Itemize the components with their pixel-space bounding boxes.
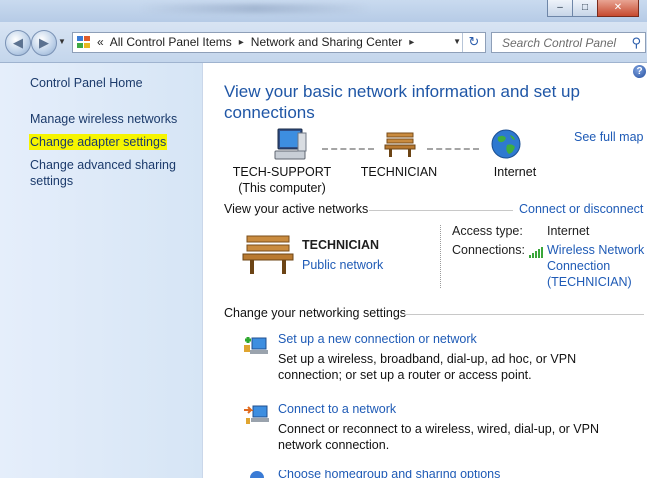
wireless-connection-link[interactable]: Wireless Network Connection (TECHNICIAN) (547, 242, 645, 290)
title-bar: – □ ✕ (0, 0, 647, 22)
connect-network-link[interactable]: Connect to a network (278, 402, 396, 416)
navigation-bar: ◀ ▶ ▼ « All Control Panel Items ▸ Networ… (0, 22, 647, 63)
access-type-label: Access type: (452, 224, 523, 238)
address-bar[interactable]: « All Control Panel Items ▸ Network and … (72, 32, 486, 53)
back-arrow-icon: ◀ (13, 35, 23, 50)
help-icon[interactable]: ? (633, 65, 646, 78)
homegroup-link[interactable]: Choose homegroup and sharing options (278, 470, 500, 478)
recent-pages-dropdown[interactable]: ▼ (58, 37, 66, 46)
page-title: View your basic network information and … (224, 82, 580, 122)
sidebar-item-control-panel-home[interactable]: Control Panel Home (30, 75, 143, 91)
control-panel-icon (77, 36, 91, 49)
sidebar-item-manage-wireless[interactable]: Manage wireless networks (30, 111, 177, 127)
blurred-window-title (140, 4, 370, 13)
map-connector (427, 148, 479, 150)
setup-new-connection-desc: Set up a wireless, broadband, dial-up, a… (278, 352, 577, 382)
map-network-name[interactable]: TECHNICIAN (354, 164, 444, 180)
close-button[interactable]: ✕ (597, 0, 639, 17)
map-connector (322, 148, 374, 150)
search-box[interactable]: ⚲ (491, 32, 646, 53)
breadcrumb-network-center[interactable]: Network and Sharing Center (251, 35, 402, 49)
active-network-name: TECHNICIAN (302, 238, 380, 252)
map-internet[interactable]: Internet (482, 164, 548, 180)
breadcrumb-overflow[interactable]: « (97, 35, 104, 49)
divider (404, 314, 644, 315)
connect-network-desc: Connect or reconnect to a wireless, wire… (278, 422, 599, 452)
signal-strength-icon (529, 244, 544, 258)
sidebar-item-advanced-sharing[interactable]: Change advanced sharing settings (30, 157, 180, 189)
bench-large-icon (242, 235, 294, 274)
see-full-map-link[interactable]: See full map (574, 130, 643, 144)
map-this-computer[interactable]: TECH-SUPPORT (This computer) (226, 164, 338, 196)
setup-new-connection-link[interactable]: Set up a new connection or network (278, 332, 477, 346)
breadcrumb-separator[interactable]: ▸ (409, 37, 414, 48)
forward-button[interactable]: ▶ (31, 30, 57, 56)
new-connection-icon (244, 337, 268, 354)
sidebar: Control Panel Home Manage wireless netwo… (0, 63, 203, 478)
network-type-link[interactable]: Public network (302, 257, 383, 273)
minimize-button[interactable]: – (547, 0, 573, 17)
bench-icon (384, 132, 416, 157)
connect-network-icon (244, 405, 269, 424)
forward-arrow-icon: ▶ (39, 35, 49, 50)
globe-icon (491, 129, 521, 159)
search-input[interactable] (500, 35, 626, 51)
computer-sub: (This computer) (238, 181, 326, 195)
divider (369, 210, 513, 211)
breadcrumb-separator[interactable]: ▸ (239, 37, 244, 48)
window-controls: – □ ✕ (547, 0, 639, 17)
homegroup-label: Choose homegroup and sharing options (278, 470, 501, 478)
sidebar-item-change-adapter[interactable]: Change adapter settings (29, 134, 168, 150)
divider (440, 225, 441, 288)
back-button[interactable]: ◀ (5, 30, 31, 56)
refresh-icon[interactable]: ↻ (462, 33, 485, 52)
computer-name: TECH-SUPPORT (232, 165, 332, 179)
connections-label: Connections: (452, 243, 525, 257)
breadcrumb-all-items[interactable]: All Control Panel Items (110, 35, 232, 49)
search-icon[interactable]: ⚲ (631, 35, 641, 51)
access-type-value: Internet (547, 224, 590, 238)
address-dropdown-icon[interactable]: ▼ (453, 37, 461, 46)
active-networks-title: View your active networks (224, 202, 369, 216)
computer-icon (274, 128, 307, 160)
maximize-button[interactable]: □ (572, 0, 598, 17)
change-settings-title: Change your networking settings (224, 306, 407, 320)
homegroup-icon (250, 471, 264, 478)
connect-disconnect-link[interactable]: Connect or disconnect (519, 202, 643, 216)
